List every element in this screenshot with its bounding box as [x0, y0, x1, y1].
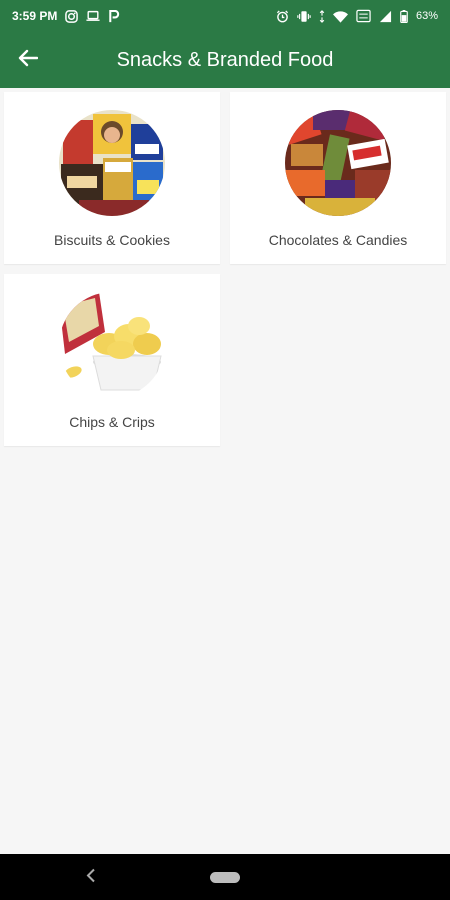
arrow-left-icon [18, 49, 39, 72]
battery-percent: 63% [415, 10, 438, 22]
status-right: 63% [276, 9, 438, 23]
data-arrows-icon [319, 9, 325, 23]
signal-icon [379, 10, 392, 23]
category-card-chips[interactable]: Chips & Crips [4, 274, 220, 446]
chips-thumbnail [59, 292, 165, 398]
system-nav-bar [0, 854, 450, 900]
laptop-icon [86, 10, 100, 22]
chocolates-thumbnail [285, 110, 391, 216]
category-label: Chocolates & Candies [268, 232, 408, 248]
category-label: Biscuits & Cookies [54, 232, 170, 248]
status-time: 3:59 PM [12, 9, 58, 23]
status-bar: 3:59 PM 63% [0, 0, 450, 32]
status-left: 3:59 PM [12, 9, 120, 23]
category-card-biscuits[interactable]: Biscuits & Cookies [4, 92, 220, 264]
vibrate-icon [297, 10, 311, 23]
battery-icon [400, 9, 408, 23]
volte-icon [356, 9, 371, 23]
nav-back-button[interactable] [86, 867, 96, 888]
category-label: Chips & Crips [69, 414, 155, 430]
instagram-icon [65, 9, 79, 23]
nav-home-pill[interactable] [210, 871, 240, 883]
alarm-icon [276, 9, 289, 23]
page-title: Snacks & Branded Food [116, 48, 334, 71]
wifi-icon [332, 10, 348, 23]
biscuits-thumbnail [59, 110, 165, 216]
back-button[interactable] [0, 32, 56, 88]
app-bar: Snacks & Branded Food [0, 32, 450, 88]
category-card-chocolates[interactable]: Chocolates & Candies [230, 92, 446, 264]
paytm-p-icon [108, 9, 120, 23]
